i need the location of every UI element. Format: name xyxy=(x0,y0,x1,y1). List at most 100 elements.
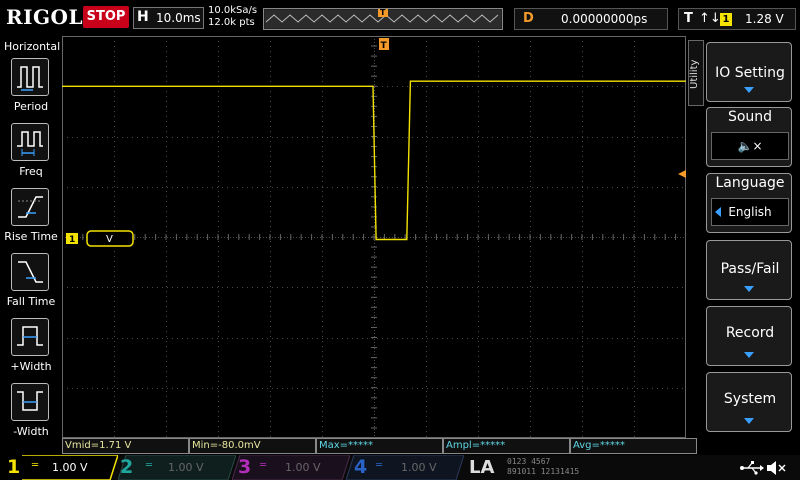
ch3-tab[interactable]: 3 ═ 1.00 V xyxy=(232,455,350,480)
measure-freq-label: Freq xyxy=(19,165,43,178)
neg-width-icon xyxy=(11,383,49,421)
channel-bar: 1 ═ 1.00 V 2 ═ 1.00 V 3 ═ 1.00 V 4 ═ 1.0… xyxy=(0,455,800,480)
run-stop-button[interactable]: STOP xyxy=(83,6,129,28)
measure-freq-button[interactable]: Freq xyxy=(0,123,62,187)
sound-value-box: 🔈× xyxy=(711,132,789,160)
measure-rise-time-button[interactable]: Rise Time xyxy=(0,188,62,252)
period-icon xyxy=(11,58,49,96)
system-button[interactable]: System xyxy=(706,372,792,432)
measure-period-label: Period xyxy=(13,100,49,113)
trigger-level-marker xyxy=(678,170,686,178)
ch1-tab[interactable]: 1 ═ 1.00 V xyxy=(0,455,118,480)
rise-time-icon xyxy=(11,188,49,226)
sound-button[interactable]: Sound 🔈× xyxy=(706,107,792,167)
ch1-coupling-icon: ═ xyxy=(32,460,39,471)
trigger-level: 1.28 V xyxy=(745,12,784,26)
ch2-tab[interactable]: 2 ═ 1.00 V xyxy=(118,455,236,480)
pass-fail-label: Pass/Fail xyxy=(720,261,780,277)
ch2-scale: 1.00 V xyxy=(168,461,204,474)
ch3-coupling-icon: ═ xyxy=(260,460,267,471)
brand-logo: RIGOL xyxy=(6,5,84,29)
trigger-position-marker: T xyxy=(379,38,389,51)
memory-band-trigger-marker: T xyxy=(380,8,386,17)
la-bits-row2: 891011 12131415 xyxy=(507,467,580,476)
measure-period-button[interactable]: Period xyxy=(0,58,62,122)
io-setting-button[interactable]: IO Setting xyxy=(706,42,792,102)
language-value-box: English xyxy=(711,198,789,226)
delay-value: 0.00000000ps xyxy=(561,12,648,26)
measure-pos-width-button[interactable]: +Width xyxy=(0,318,62,382)
measure-max[interactable]: Max=***** xyxy=(316,438,443,454)
horizontal-measure-menu: Horizontal Period Freq Rise Time Fall Ti… xyxy=(0,36,62,458)
measurement-bar: Vmid=1.71 V Min=-80.0mV Max=***** Ampl=*… xyxy=(62,438,700,454)
ch4-coupling-icon: ═ xyxy=(376,460,383,471)
measure-ampl[interactable]: Ampl=***** xyxy=(443,438,570,454)
freq-icon xyxy=(11,123,49,161)
sample-rate: 10.0kSa/s xyxy=(208,5,258,16)
sound-label: Sound xyxy=(727,109,773,125)
language-label: Language xyxy=(715,175,785,191)
measure-avg[interactable]: Avg=***** xyxy=(570,438,697,454)
record-arrow-icon xyxy=(744,352,754,358)
ch1-marker-digit: 1 xyxy=(69,235,75,245)
ch1-offset-marker: 1 xyxy=(66,233,78,245)
speaker-mute-icon: 🔈× xyxy=(737,139,763,153)
ch1-scale: 1.00 V xyxy=(52,461,88,474)
timebase-label: H xyxy=(137,9,149,25)
measure-fall-time-label: Fall Time xyxy=(6,295,56,308)
record-label: Record xyxy=(725,325,775,341)
system-arrow-icon xyxy=(744,418,754,424)
ch4-number: 4 xyxy=(354,456,368,478)
measure-neg-width-label: -Width xyxy=(13,425,49,438)
cursor-v-label[interactable]: V xyxy=(86,230,134,247)
top-status-bar: RIGOL STOP H 10.0ms 10.0kSa/s 12.0k pts … xyxy=(0,0,800,36)
la-bits-row1: 0123 4567 xyxy=(507,457,551,466)
la-channel-bits: 0123 4567 891011 12131415 xyxy=(507,457,609,479)
pass-fail-button[interactable]: Pass/Fail xyxy=(706,240,792,300)
usb-icon xyxy=(740,461,764,475)
utility-tab[interactable]: Utility xyxy=(688,40,704,106)
sample-info: 10.0kSa/s 12.0k pts xyxy=(208,5,257,29)
ch4-scale: 1.00 V xyxy=(401,461,437,474)
trigger-box[interactable]: T ↑↓ 1 1.28 V xyxy=(678,8,796,30)
ch3-number: 3 xyxy=(238,456,252,478)
system-label: System xyxy=(723,391,777,407)
measure-pos-width-label: +Width xyxy=(10,360,52,373)
memory-depth: 12.0k pts xyxy=(208,17,255,28)
ch2-number: 2 xyxy=(120,456,134,478)
pass-fail-arrow-icon xyxy=(744,286,754,292)
cursor-v-text: V xyxy=(106,234,113,245)
left-menu-title: Horizontal xyxy=(4,40,61,53)
pos-width-icon xyxy=(11,318,49,356)
speaker-mute-icon[interactable] xyxy=(766,460,786,476)
utility-tab-label: Utility xyxy=(689,59,700,89)
ch1-number: 1 xyxy=(7,456,21,478)
record-button[interactable]: Record xyxy=(706,306,792,366)
measure-neg-width-button[interactable]: -Width xyxy=(0,383,62,447)
waveform-display[interactable]: T 1 V xyxy=(62,36,686,438)
measure-rise-time-label: Rise Time xyxy=(4,230,58,243)
timebase-box[interactable]: H 10.0ms xyxy=(133,7,204,29)
trigger-marker-letter: T xyxy=(381,41,388,51)
measure-fall-time-button[interactable]: Fall Time xyxy=(0,253,62,317)
ch3-scale: 1.00 V xyxy=(285,461,321,474)
io-setting-arrow-icon xyxy=(744,87,754,93)
timebase-value: 10.0ms xyxy=(156,11,201,25)
fall-time-icon xyxy=(11,253,49,291)
io-setting-label: IO Setting xyxy=(715,65,785,81)
delay-label: D xyxy=(523,11,534,26)
ch4-tab[interactable]: 4 ═ 1.00 V xyxy=(346,455,464,480)
trigger-source: 1 xyxy=(720,13,732,26)
ch2-coupling-icon: ═ xyxy=(146,460,153,471)
delay-box[interactable]: D 0.00000000ps xyxy=(514,8,668,30)
measure-min[interactable]: Min=-80.0mV xyxy=(189,438,316,454)
language-value: English xyxy=(728,205,772,219)
memory-band: T xyxy=(263,8,503,30)
trigger-edge-icon: ↑↓ xyxy=(699,11,721,26)
graticule xyxy=(62,36,686,438)
language-button[interactable]: Language English xyxy=(706,173,792,233)
trigger-label: T xyxy=(684,11,693,26)
la-button[interactable]: LA xyxy=(469,457,494,478)
measure-vmid[interactable]: Vmid=1.71 V xyxy=(62,438,189,454)
ch1-waveform-trace xyxy=(62,80,686,241)
